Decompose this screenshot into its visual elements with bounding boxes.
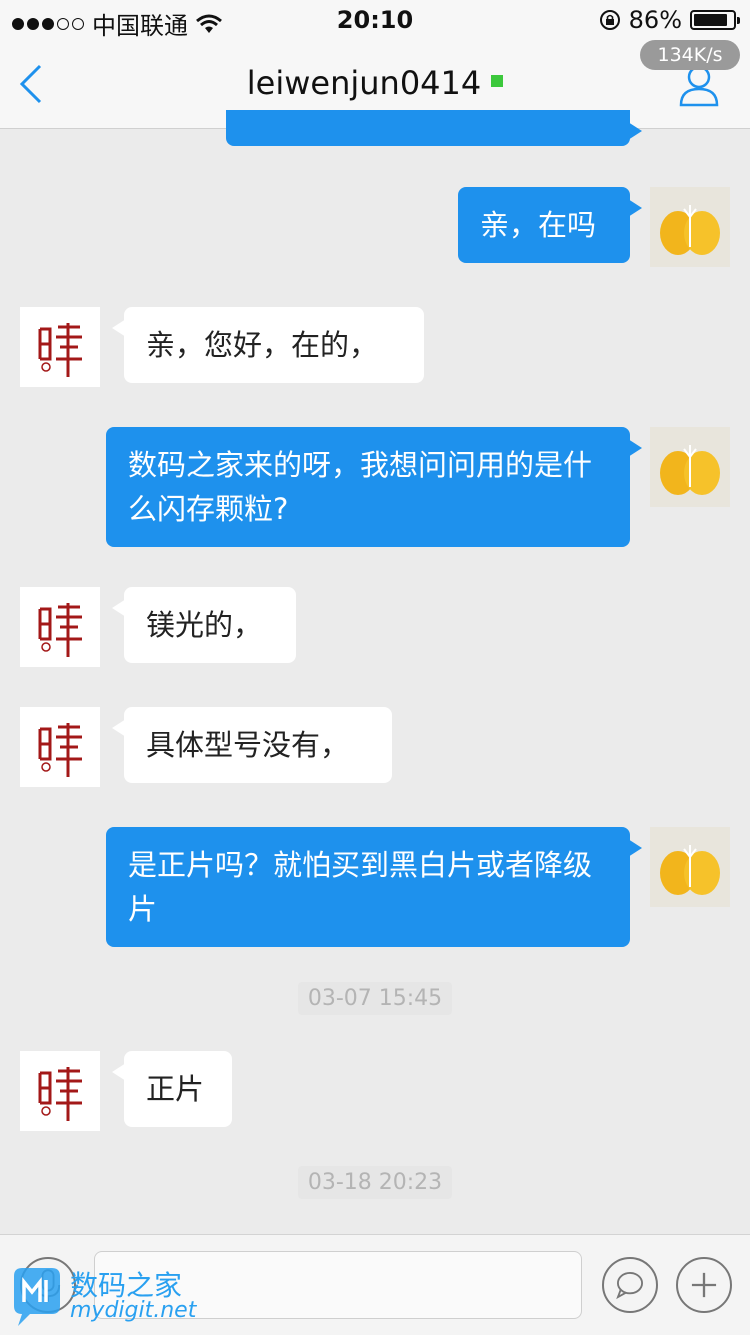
orange-avatar-icon bbox=[650, 827, 730, 907]
timestamp: 03-18 20:23 bbox=[0, 1166, 750, 1199]
calligraphy-avatar-icon bbox=[20, 587, 100, 667]
calligraphy-avatar-icon bbox=[20, 1051, 100, 1131]
mydigit-logo-icon bbox=[14, 1268, 60, 1326]
orange-avatar-icon bbox=[650, 427, 730, 507]
my-avatar[interactable] bbox=[650, 827, 730, 907]
message-text: 镁光的， bbox=[146, 608, 263, 642]
contact-name: leiwenjun0414 bbox=[246, 64, 482, 102]
message-text: 是正片吗？就怕买到黑白片或者降级片 bbox=[128, 848, 593, 926]
battery-percent: 86% bbox=[628, 6, 682, 34]
message-text: 亲，您好，在的， bbox=[146, 328, 379, 362]
message-bubble-them: 镁光的， bbox=[112, 587, 296, 663]
contact-avatar[interactable] bbox=[20, 587, 100, 667]
message-bubble-me: 是正片吗？就怕买到黑白片或者降级片 bbox=[106, 827, 642, 947]
plus-icon[interactable] bbox=[676, 1257, 732, 1313]
my-avatar[interactable] bbox=[650, 427, 730, 507]
status-bar: 中国联通 20:10 86% bbox=[0, 0, 750, 40]
battery-icon bbox=[690, 10, 740, 30]
contact-avatar[interactable] bbox=[20, 1051, 100, 1131]
contact-avatar[interactable] bbox=[20, 307, 100, 387]
message-bubble-partial bbox=[226, 110, 642, 146]
rotation-lock-icon bbox=[599, 10, 620, 30]
orange-avatar-icon bbox=[650, 187, 730, 267]
timestamp-label: 03-18 20:23 bbox=[297, 1166, 453, 1199]
watermark: 数码之家 mydigit.net bbox=[8, 1264, 208, 1330]
message-bubble-them: 具体型号没有， bbox=[112, 707, 392, 783]
my-avatar[interactable] bbox=[650, 187, 730, 267]
message-bubble-them: 亲，您好，在的， bbox=[112, 307, 424, 383]
online-status-icon bbox=[491, 75, 504, 87]
message-text: 具体型号没有， bbox=[146, 728, 350, 762]
watermark-url: mydigit.net bbox=[70, 1298, 197, 1323]
message-bubble-me: 亲，在吗 bbox=[458, 187, 642, 263]
calligraphy-avatar-icon bbox=[20, 707, 100, 787]
message-bubble-them: 正片 bbox=[112, 1051, 232, 1127]
network-speed-badge: 134K/s bbox=[640, 40, 740, 70]
chat-title: leiwenjun0414 bbox=[0, 64, 750, 102]
calligraphy-avatar-icon bbox=[20, 307, 100, 387]
chat-bubble-icon[interactable] bbox=[602, 1257, 658, 1313]
message-bubble-me: 数码之家来的呀，我想问问用的是什么闪存颗粒? bbox=[106, 427, 642, 547]
message-text: 亲，在吗 bbox=[480, 208, 597, 242]
message-text: 正片 bbox=[146, 1072, 205, 1106]
timestamp: 03-07 15:45 bbox=[0, 982, 750, 1015]
timestamp-label: 03-07 15:45 bbox=[297, 982, 453, 1015]
contact-avatar[interactable] bbox=[20, 707, 100, 787]
message-text: 数码之家来的呀，我想问问用的是什么闪存颗粒? bbox=[128, 448, 593, 526]
